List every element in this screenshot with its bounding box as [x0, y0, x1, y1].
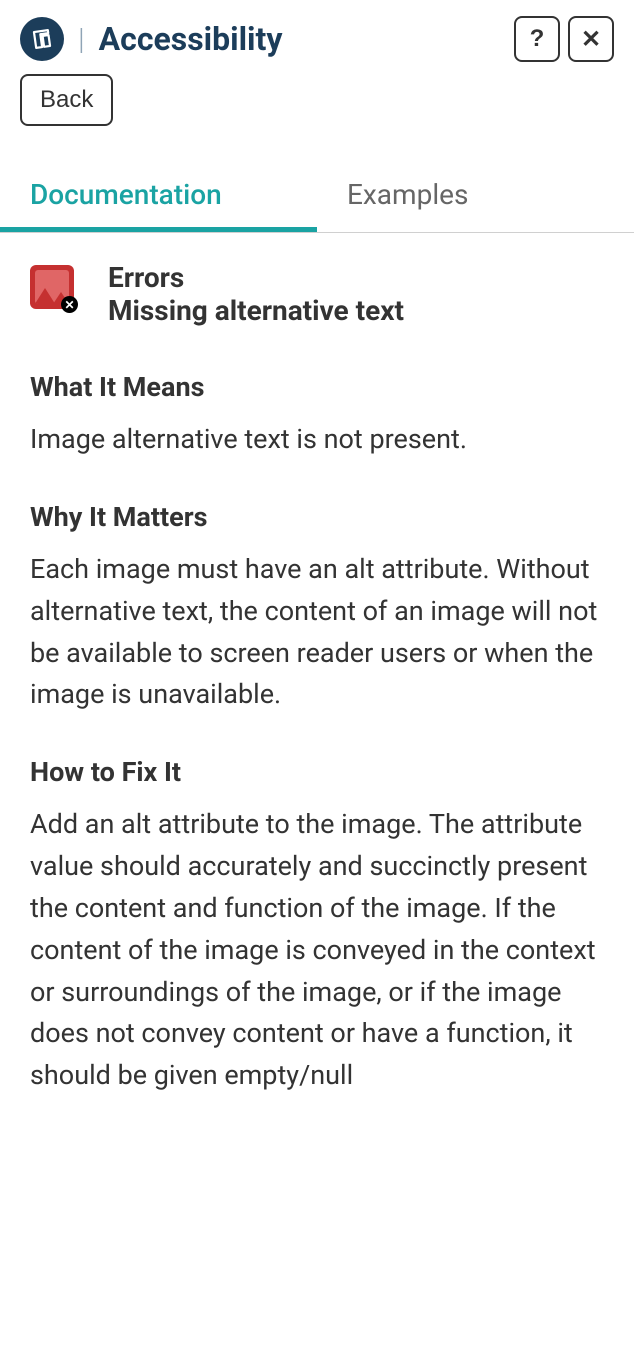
help-button[interactable]: ?	[514, 16, 560, 62]
header-left: | Accessibility	[20, 17, 282, 61]
panel-title: Accessibility	[99, 20, 283, 58]
tab-documentation[interactable]: Documentation	[0, 168, 317, 232]
section-body-why: Each image must have an alt attribute. W…	[30, 549, 604, 716]
logo-glyph-icon	[29, 26, 55, 52]
section-heading-what: What It Means	[30, 371, 604, 403]
back-button[interactable]: Back	[20, 74, 113, 126]
question-icon: ?	[530, 25, 545, 53]
close-icon: ✕	[581, 25, 601, 54]
section-heading-why: Why It Matters	[30, 501, 604, 533]
section-body-what: Image alternative text is not present.	[30, 419, 604, 461]
error-header: ✕ Errors Missing alternative text	[30, 261, 604, 327]
section-heading-how: How to Fix It	[30, 756, 604, 788]
app-logo-icon	[20, 17, 64, 61]
error-image-icon: ✕	[30, 265, 74, 309]
tab-examples[interactable]: Examples	[317, 168, 634, 232]
close-button[interactable]: ✕	[568, 16, 614, 62]
back-row: Back	[0, 74, 634, 140]
error-titles: Errors Missing alternative text	[108, 261, 404, 327]
content-area: ✕ Errors Missing alternative text What I…	[0, 233, 634, 1097]
error-badge-icon: ✕	[61, 296, 78, 313]
error-name: Missing alternative text	[108, 294, 404, 327]
panel-header: | Accessibility ? ✕	[0, 0, 634, 74]
header-right: ? ✕	[514, 16, 614, 62]
section-body-how: Add an alt attribute to the image. The a…	[30, 804, 604, 1097]
error-category: Errors	[108, 261, 404, 294]
tabs: Documentation Examples	[0, 168, 634, 233]
header-divider: |	[78, 22, 85, 57]
